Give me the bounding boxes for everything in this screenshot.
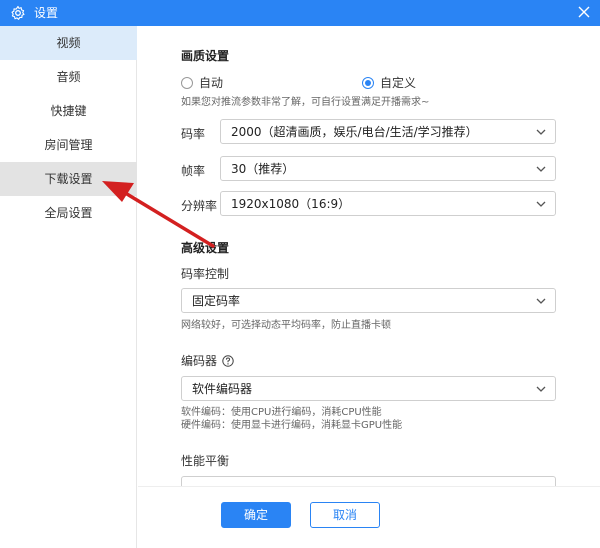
cancel-button[interactable]: 取消 [310,502,380,528]
performance-label: 性能平衡 [181,454,230,468]
encoder-label-row: 编码器 [181,352,234,369]
radio-auto-indicator [181,76,193,89]
sidebar-item-room-management[interactable]: 房间管理 [0,128,137,162]
sidebar-item-download-settings[interactable]: 下载设置 [0,162,137,196]
radio-custom-label: 自定义 [380,76,417,90]
gear-icon [11,5,25,20]
dialog-footer: 确定 取消 [138,486,600,548]
title-bar: 设置 [0,0,600,26]
resolution-value: 1920x1080（16:9） [231,197,351,211]
chevron-down-icon [536,298,546,304]
window-title: 设置 [34,6,59,20]
settings-content: 画质设置 自动 自定义 如果您对推流参数非常了解，可自行设置满足开播需求~ 码率… [138,26,600,486]
performance-select[interactable] [181,476,556,486]
encoder-hint-hardware: 硬件编码：使用显卡进行编码，消耗显卡GPU性能 [181,420,403,431]
framerate-label: 帧率 [181,164,206,178]
radio-auto-label: 自动 [199,76,224,90]
sidebar-item-global-settings[interactable]: 全局设置 [0,196,137,230]
close-icon[interactable] [576,4,592,20]
chevron-down-icon [536,166,546,172]
quality-hint: 如果您对推流参数非常了解，可自行设置满足开播需求~ [181,97,430,108]
help-circle-icon[interactable] [222,355,234,367]
radio-custom[interactable]: 自定义 [362,74,416,91]
rate-control-label: 码率控制 [181,267,230,281]
settings-sidebar: 视频 音频 快捷键 房间管理 下载设置 全局设置 [0,26,137,548]
sidebar-item-video[interactable]: 视频 [0,26,137,60]
sidebar-item-audio[interactable]: 音频 [0,60,137,94]
radio-custom-indicator [362,76,374,89]
chevron-down-icon [536,386,546,392]
radio-auto[interactable]: 自动 [181,74,223,91]
encoder-value: 软件编码器 [192,382,253,396]
encoder-label: 编码器 [181,354,218,368]
chevron-down-icon [536,129,546,135]
bitrate-select[interactable]: 2000（超清画质，娱乐/电台/生活/学习推荐） [220,119,556,144]
encoder-select[interactable]: 软件编码器 [181,376,556,401]
chevron-down-icon [536,201,546,207]
resolution-select[interactable]: 1920x1080（16:9） [220,191,556,216]
resolution-label: 分辨率 [181,199,218,213]
bitrate-label: 码率 [181,127,206,141]
framerate-value: 30（推荐） [231,162,295,176]
rate-control-value: 固定码率 [192,294,241,308]
advanced-section-title: 高级设置 [181,241,230,255]
quality-section-title: 画质设置 [181,49,230,63]
confirm-button[interactable]: 确定 [221,502,291,528]
rate-control-select[interactable]: 固定码率 [181,288,556,313]
bitrate-value: 2000（超清画质，娱乐/电台/生活/学习推荐） [231,125,478,139]
encoder-hint-software: 软件编码：使用CPU进行编码，消耗CPU性能 [181,407,382,418]
sidebar-item-shortcuts[interactable]: 快捷键 [0,94,137,128]
framerate-select[interactable]: 30（推荐） [220,156,556,181]
rate-control-hint: 网络较好，可选择动态平均码率，防止直播卡顿 [181,320,391,331]
